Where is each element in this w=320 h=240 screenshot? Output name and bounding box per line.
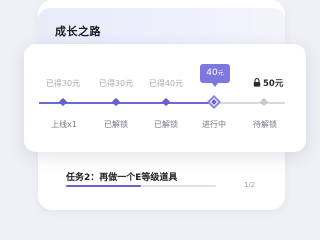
task-count: 1/2 <box>244 181 256 189</box>
reward-locked-text: 50元 <box>263 79 284 89</box>
lock-icon <box>253 78 261 87</box>
task-title[interactable]: 任务2：再做一个E等级道具 <box>66 170 177 183</box>
step-label-1: 上线x1 <box>51 120 77 129</box>
reward-badge-amount: 40 <box>206 68 218 78</box>
reward-badge-unit: 元 <box>217 70 224 77</box>
task-progress-bar <box>66 185 216 187</box>
page-title: 成长之路 <box>55 25 101 38</box>
reward-label-3: 已得40元 <box>148 79 184 88</box>
step-label-5: 待解锁 <box>253 120 277 129</box>
reward-label-2: 已得30元 <box>98 79 134 88</box>
reward-label-1: 已得30元 <box>45 79 81 88</box>
task-progress-fill <box>66 185 141 187</box>
reward-badge-active: 40元 <box>200 64 230 87</box>
step-label-2: 已解锁 <box>104 120 128 129</box>
step-label-3: 已解锁 <box>154 120 178 129</box>
step-label-current: 进行中 <box>202 120 226 129</box>
reward-label-locked: 50元 <box>253 77 283 89</box>
